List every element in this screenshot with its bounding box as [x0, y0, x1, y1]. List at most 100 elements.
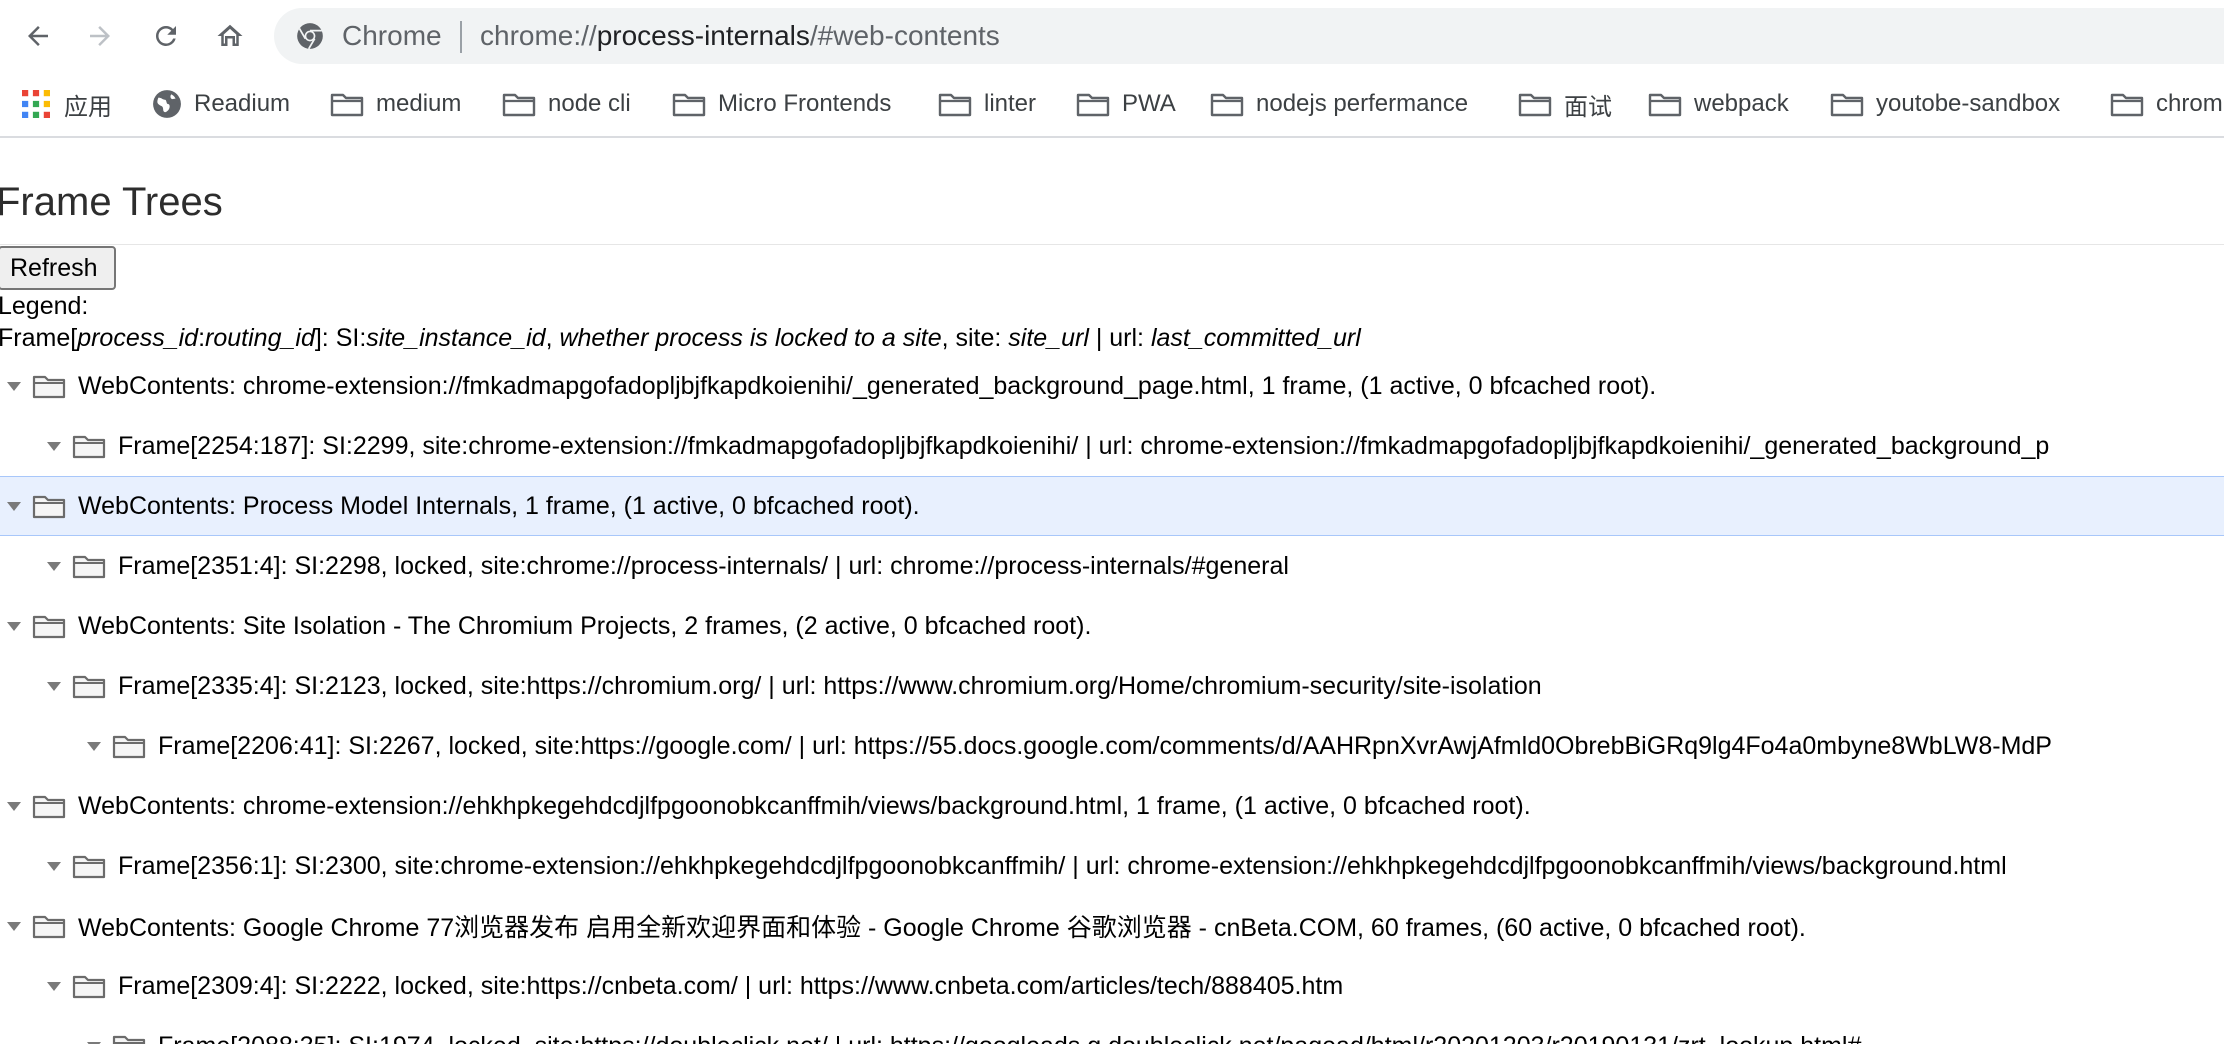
forward-arrow-icon	[90, 26, 110, 46]
bookmark-folder-youtobe-sandbox[interactable]: youtobe-sandbox	[1830, 84, 2060, 124]
folder-icon	[1076, 93, 1110, 117]
frame-row[interactable]: Frame[2254:187]: SI:2299, site:chrome-ex…	[0, 416, 2224, 476]
bookmark-label: nodejs perfermance	[1256, 90, 1469, 117]
expand-triangle-icon[interactable]	[44, 976, 64, 996]
url-path: /#web-contents	[809, 20, 1000, 51]
bookmark-label: 面试	[1564, 93, 1612, 121]
frame-row[interactable]: Frame[2088:35]: SI:1974, locked, site:ht…	[0, 1016, 2224, 1044]
expand-triangle-icon[interactable]	[4, 616, 24, 636]
tree-row-label: Frame[2335:4]: SI:2123, locked, site:htt…	[118, 671, 1542, 700]
folder-icon	[330, 93, 364, 117]
expand-triangle-icon[interactable]	[44, 436, 64, 456]
tree-row-label: Frame[2254:187]: SI:2299, site:chrome-ex…	[118, 431, 2050, 460]
expand-triangle-icon[interactable]	[4, 376, 24, 396]
bookmark-label: medium	[376, 90, 462, 117]
url-host: process-internals	[596, 20, 810, 51]
folder-icon	[32, 795, 66, 819]
bookmark-label: Readium	[194, 90, 291, 117]
refresh-button[interactable]: Refresh	[0, 246, 116, 290]
expand-triangle-icon[interactable]	[44, 556, 64, 576]
expand-triangle-icon[interactable]	[4, 796, 24, 816]
folder-icon	[72, 675, 106, 699]
folder-icon	[502, 93, 536, 117]
folder-icon	[72, 975, 106, 999]
address-bar[interactable]: Chrome chrome://process-internals/#web-c…	[274, 8, 2224, 64]
expand-triangle-icon[interactable]	[4, 916, 24, 936]
frame-row[interactable]: Frame[2356:1]: SI:2300, site:chrome-exte…	[0, 836, 2224, 896]
reload-icon	[155, 25, 176, 46]
bookmark-readium[interactable]: Readium	[152, 84, 290, 124]
folder-icon	[1518, 93, 1552, 117]
legend-part: , site:	[941, 324, 1009, 352]
bookmark-apps[interactable]: 应用	[22, 84, 112, 124]
bookmark-folder-nodejs-perfermance[interactable]: nodejs perfermance	[1210, 84, 1468, 124]
forward-button[interactable]	[76, 14, 124, 58]
bookmark-folder-interview[interactable]: 面试	[1518, 84, 1612, 124]
legend-term: site_url	[1008, 324, 1089, 352]
bookmark-folder-linter[interactable]: linter	[938, 84, 1036, 124]
bookmark-folder-micro-frontends[interactable]: Micro Frontends	[672, 84, 891, 124]
reload-button[interactable]	[142, 14, 190, 58]
frame-row[interactable]: Frame[2335:4]: SI:2123, locked, site:htt…	[0, 656, 2224, 716]
tree-row-label: WebContents: chrome-extension://fmkadmap…	[78, 371, 1657, 400]
bookmark-label: chrom	[2156, 90, 2223, 117]
bookmark-label: linter	[984, 90, 1037, 117]
web-contents-row[interactable]: WebContents: chrome-extension://fmkadmap…	[0, 356, 2224, 416]
legend-part: ]: SI:	[314, 324, 367, 352]
home-button[interactable]	[206, 14, 254, 58]
expand-triangle-icon[interactable]	[84, 736, 104, 756]
bookmark-label: webpack	[1694, 90, 1789, 117]
tree-row-label: Frame[2356:1]: SI:2300, site:chrome-exte…	[118, 851, 2007, 880]
expand-triangle-icon[interactable]	[4, 496, 24, 516]
tree-row-label: Frame[2088:35]: SI:1974, locked, site:ht…	[158, 1032, 1861, 1044]
folder-icon	[32, 375, 66, 399]
web-contents-row[interactable]: WebContents: Google Chrome 77浏览器发布 启用全新欢…	[0, 896, 2224, 956]
web-contents-row[interactable]: WebContents: Site Isolation - The Chromi…	[0, 596, 2224, 656]
frame-row[interactable]: Frame[2309:4]: SI:2222, locked, site:htt…	[0, 956, 2224, 1016]
back-arrow-icon	[28, 26, 48, 46]
tree-row-label: WebContents: Process Model Internals, 1 …	[78, 491, 920, 520]
frame-row[interactable]: Frame[2351:4]: SI:2298, locked, site:chr…	[0, 536, 2224, 596]
tree-row-label: WebContents: Site Isolation - The Chromi…	[78, 611, 1092, 640]
legend-term: site_instance_id	[366, 324, 546, 352]
bookmark-folder-medium[interactable]: medium	[330, 84, 461, 124]
tree-row-label: Frame[2351:4]: SI:2298, locked, site:chr…	[118, 551, 1289, 580]
folder-icon	[32, 615, 66, 639]
folder-icon	[672, 93, 706, 117]
bookmark-label: node cli	[548, 90, 631, 117]
home-icon	[217, 24, 243, 46]
legend-part: :	[198, 324, 206, 352]
folder-icon	[112, 735, 146, 759]
expand-triangle-icon[interactable]	[44, 676, 64, 696]
browser-toolbar: Chrome chrome://process-internals/#web-c…	[0, 0, 2224, 72]
folder-icon	[32, 915, 66, 939]
web-contents-row[interactable]: WebContents: chrome-extension://ehkhpkeg…	[0, 776, 2224, 836]
tree-row-label: Frame[2309:4]: SI:2222, locked, site:htt…	[118, 971, 1344, 1000]
tree-row-label: WebContents: Google Chrome 77浏览器发布 启用全新欢…	[78, 914, 1806, 942]
page-title: Frame Trees	[0, 180, 223, 224]
legend-term: process_id	[77, 324, 199, 352]
web-contents-row[interactable]: WebContents: Process Model Internals, 1 …	[0, 476, 2224, 536]
globe-icon	[153, 90, 181, 118]
frame-row[interactable]: Frame[2206:41]: SI:2267, locked, site:ht…	[0, 716, 2224, 776]
bookmark-folder-node-cli[interactable]: node cli	[502, 84, 631, 124]
bookmark-folder-pwa[interactable]: PWA	[1076, 84, 1176, 124]
expand-triangle-icon[interactable]	[44, 856, 64, 876]
bookmark-folder-webpack[interactable]: webpack	[1648, 84, 1789, 124]
legend-part: | url:	[1088, 324, 1151, 352]
folder-icon	[112, 1035, 146, 1044]
legend-description: Frame[process_id:routing_id]: SI:site_in…	[0, 324, 1361, 353]
site-chip-label: Chrome	[342, 20, 442, 51]
legend-term: last_committed_url	[1150, 324, 1361, 352]
bookmark-folder-chrom[interactable]: chrom	[2110, 84, 2223, 124]
folder-icon	[32, 495, 66, 519]
folder-icon	[72, 855, 106, 879]
folder-icon	[938, 93, 972, 117]
legend-part: Frame[	[0, 324, 78, 352]
legend-term: whether process is locked to a site	[559, 324, 942, 352]
url-text[interactable]: chrome://process-internals/#web-contents	[480, 20, 1000, 52]
bookmark-label: Micro Frontends	[718, 90, 892, 117]
back-button[interactable]	[14, 14, 62, 58]
title-divider	[0, 244, 2224, 245]
expand-triangle-icon[interactable]	[84, 1036, 104, 1044]
